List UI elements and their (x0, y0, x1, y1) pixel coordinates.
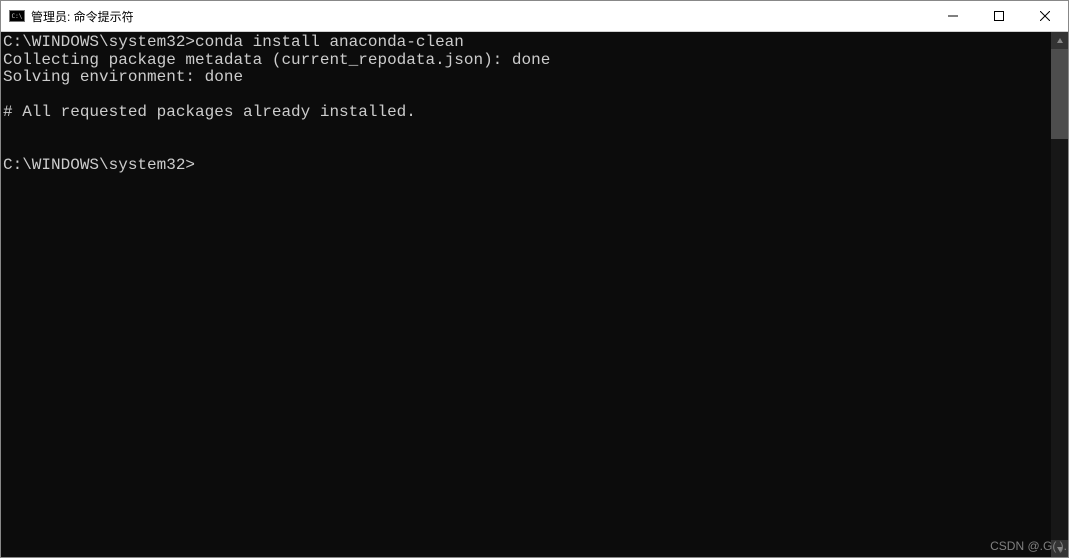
scroll-up-arrow-icon[interactable] (1051, 32, 1068, 49)
scroll-track[interactable] (1051, 49, 1068, 540)
maximize-button[interactable] (976, 1, 1022, 31)
scroll-down-arrow-icon[interactable] (1051, 540, 1068, 557)
terminal-output[interactable]: C:\WINDOWS\system32>conda install anacon… (1, 32, 1051, 557)
titlebar[interactable]: C:\ 管理员: 命令提示符 (1, 1, 1068, 32)
scroll-thumb[interactable] (1051, 49, 1068, 139)
minimize-button[interactable] (930, 1, 976, 31)
window-controls (930, 1, 1068, 31)
cmd-icon: C:\ (9, 8, 25, 24)
close-button[interactable] (1022, 1, 1068, 31)
command-prompt-window: C:\ 管理员: 命令提示符 C:\WINDOWS\system32>conda… (0, 0, 1069, 558)
svg-text:C:\: C:\ (12, 13, 23, 20)
vertical-scrollbar[interactable] (1051, 32, 1068, 557)
window-title: 管理员: 命令提示符 (31, 8, 930, 25)
client-area: C:\WINDOWS\system32>conda install anacon… (1, 32, 1068, 557)
